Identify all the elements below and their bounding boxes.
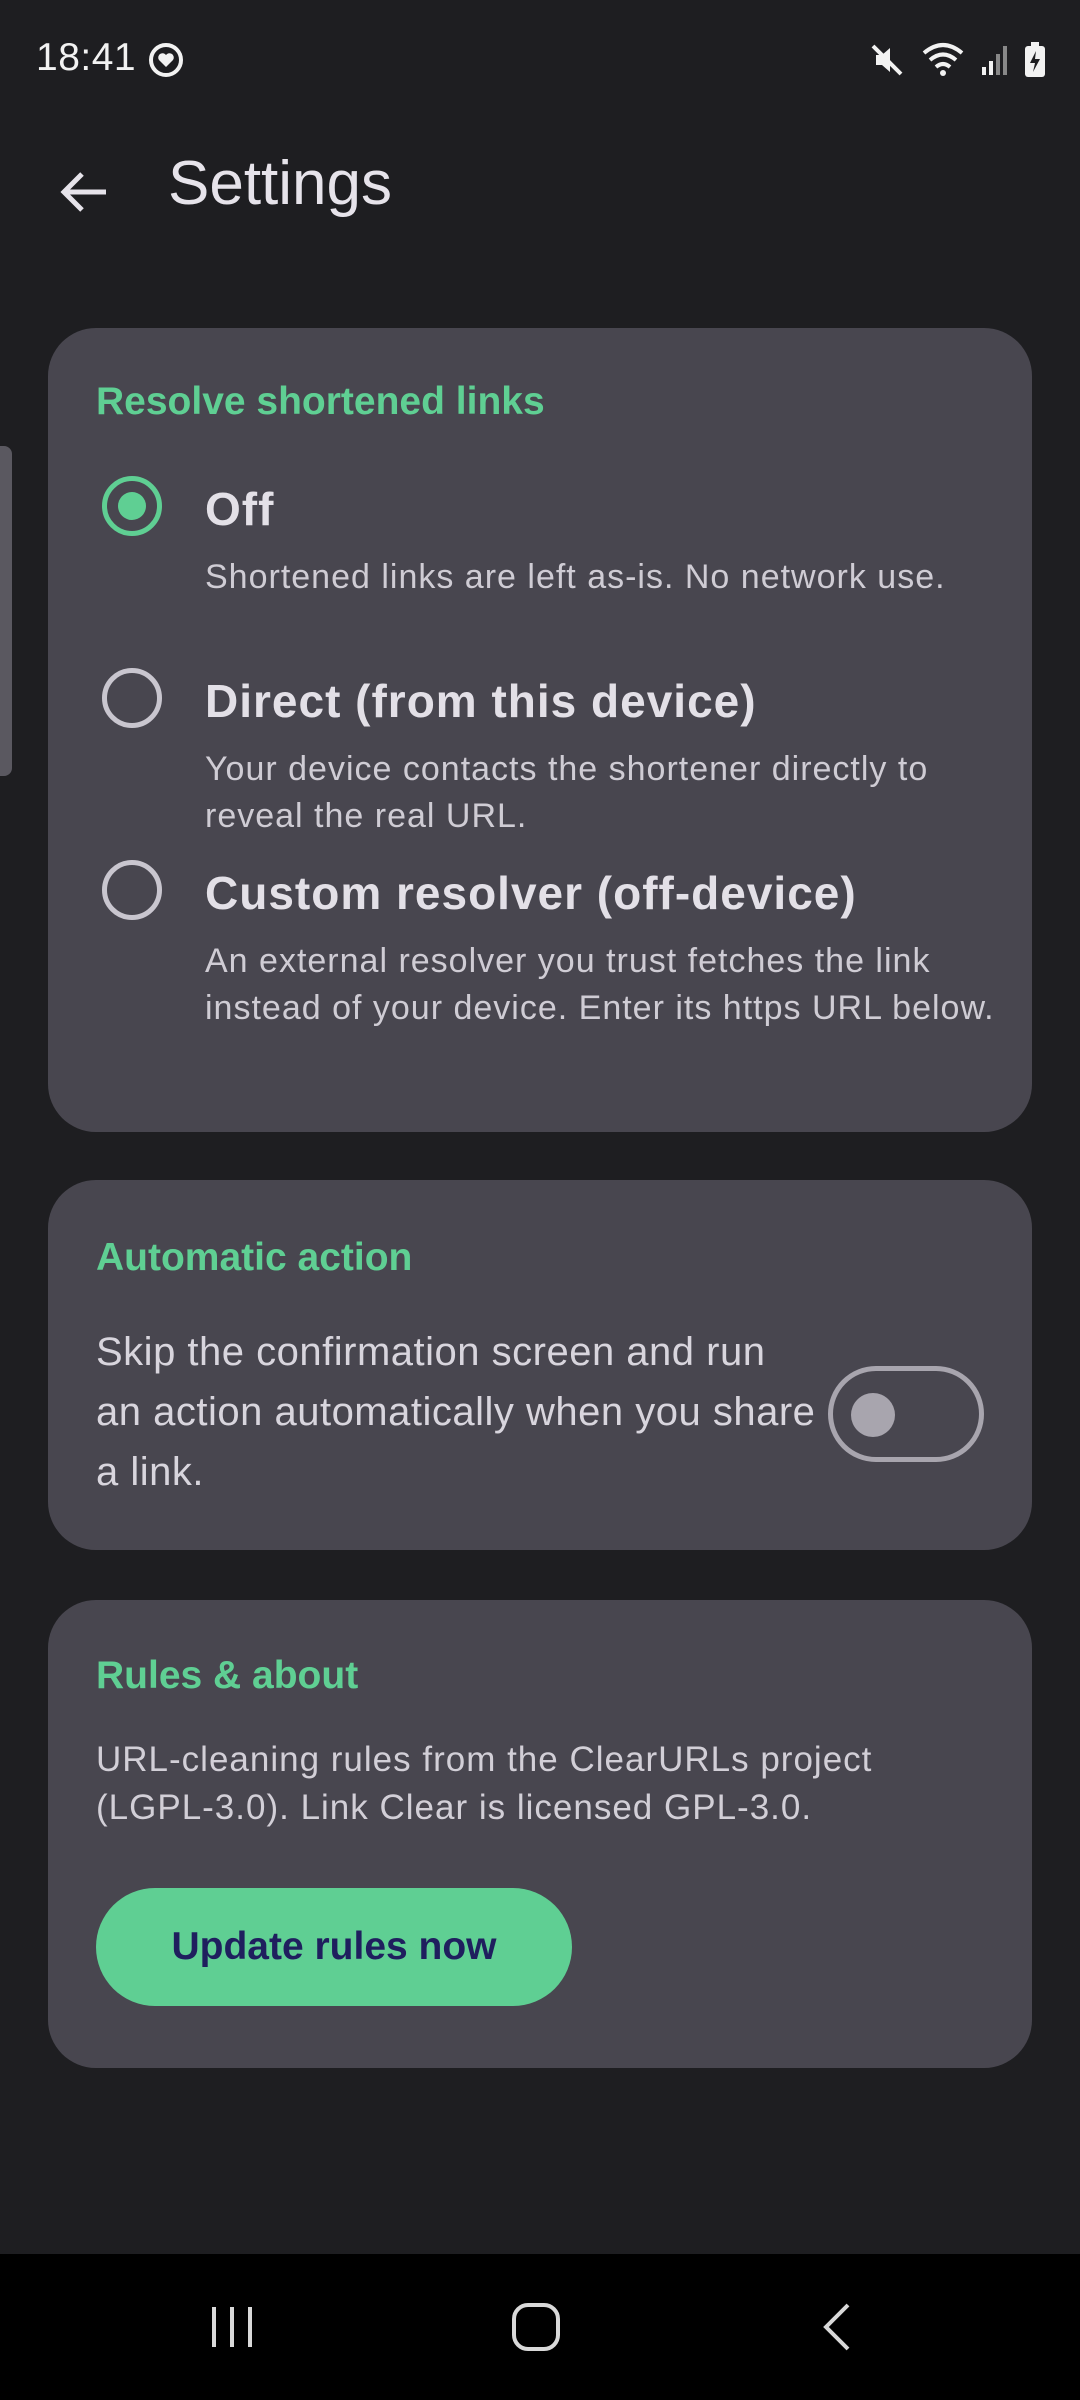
rules-about-card: Rules & about URL-cleaning rules from th… [48,1600,1032,2068]
recent-apps-button[interactable] [152,2254,312,2400]
home-icon [512,2303,560,2351]
battery-icon [1024,42,1046,78]
status-icons [868,38,1046,82]
automatic-action-description: Skip the confirmation screen and run an … [96,1330,816,1494]
status-time: 18:41 [36,36,137,79]
signal-icon [980,43,1010,77]
wifi-icon [920,41,966,79]
radio-option-description: Shortened links are left as-is. No netwo… [205,558,946,596]
home-button[interactable] [456,2254,616,2400]
resolve-links-heading: Resolve shortened links [96,380,545,423]
mute-icon [868,41,906,79]
rules-about-heading: Rules & about [96,1654,359,1697]
arrow-back-icon [60,172,106,212]
radio-unselected-icon [102,668,162,728]
edge-panel-handle[interactable] [0,446,12,776]
page-title: Settings [168,149,393,218]
settings-screen: 18:41 Settings Resolve shortened links O… [0,0,1080,2400]
radio-option-title: Off [205,483,275,535]
radio-option-title: Direct (from this device) [205,675,757,727]
resolve-links-card: Resolve shortened links Off Shortened li… [48,328,1032,1132]
rules-about-description: URL-cleaning rules from the ClearURLs pr… [96,1740,873,1827]
back-nav-button[interactable] [758,2254,918,2400]
app-bar: Settings [0,118,1080,250]
radio-selected-icon [102,476,162,536]
system-nav-bar [0,2254,1080,2400]
back-button[interactable] [44,152,124,232]
back-icon [823,2303,850,2351]
status-bar: 18:41 [0,0,1080,118]
radio-option-description: Your device contacts the shortener direc… [205,750,929,835]
automatic-action-toggle[interactable] [828,1366,984,1462]
radio-unselected-icon [102,860,162,920]
automatic-action-card: Automatic action Skip the confirmation s… [48,1180,1032,1550]
radio-option-description: An external resolver you trust fetches t… [205,942,995,1027]
recent-apps-icon [212,2307,252,2347]
toggle-knob [851,1393,895,1437]
automatic-action-heading: Automatic action [96,1236,413,1279]
radio-option-title: Custom resolver (off-device) [205,867,857,919]
heart-sync-icon [146,40,186,80]
update-rules-button[interactable]: Update rules now [96,1888,572,2006]
